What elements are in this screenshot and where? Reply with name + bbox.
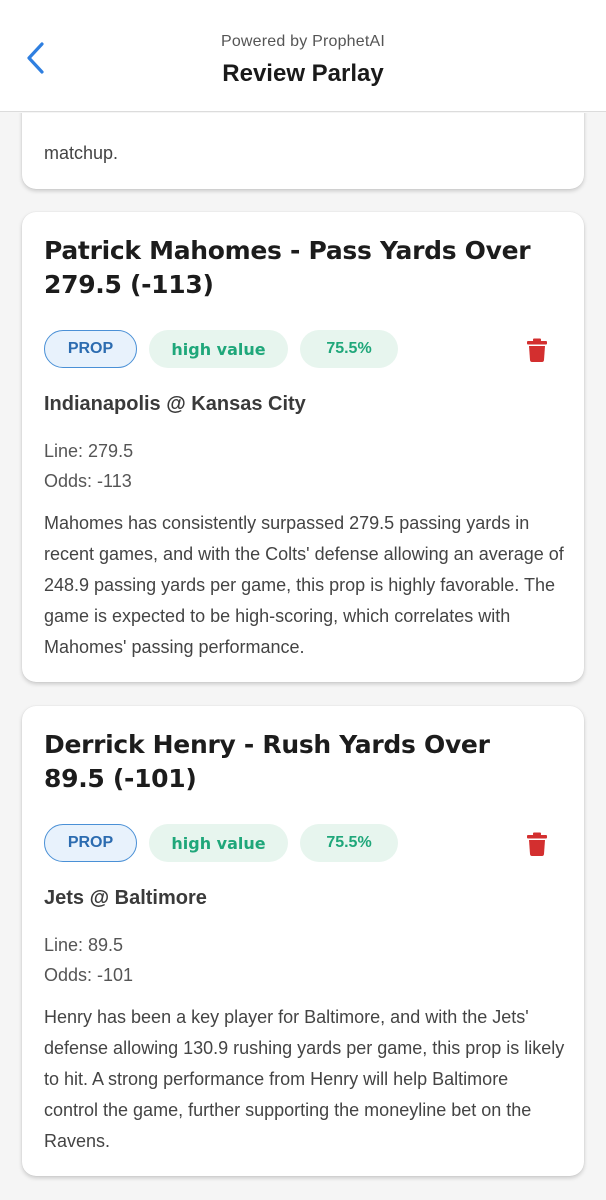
pick-chips: PROP high value 75.5% bbox=[44, 330, 398, 368]
prop-chip: PROP bbox=[44, 330, 137, 368]
value-chip: high value bbox=[149, 824, 288, 862]
odds-value: Odds: -113 bbox=[44, 471, 132, 491]
pick-description: Henry has been a key player for Baltimor… bbox=[44, 1007, 565, 1151]
delete-pick-button[interactable] bbox=[526, 832, 548, 856]
line-value: Line: 89.5 bbox=[44, 935, 124, 955]
odds-value: Odds: -101 bbox=[44, 965, 134, 985]
app-header: Powered by ProphetAI Review Parlay bbox=[0, 0, 606, 112]
matchup-label: Jets @ Baltimore bbox=[44, 887, 207, 909]
page-title: Review Parlay bbox=[222, 60, 384, 87]
parlay-list[interactable]: matchup. Patrick Mahomes - Pass Yards Ov… bbox=[0, 113, 606, 1200]
pick-card: Patrick Mahomes - Pass Yards Over 279.5 … bbox=[22, 212, 584, 682]
confidence-chip: 75.5% bbox=[300, 824, 398, 862]
line-value: Line: 279.5 bbox=[44, 441, 134, 461]
pick-description-tail: matchup. bbox=[44, 143, 119, 163]
matchup-label: Indianapolis @ Kansas City bbox=[44, 393, 306, 415]
pick-description: Mahomes has consistently surpassed 279.5… bbox=[44, 513, 564, 657]
line-odds: Line: 89.5 Odds: -101 bbox=[44, 930, 133, 990]
trash-icon bbox=[527, 338, 547, 362]
pick-title: Patrick Mahomes - Pass Yards Over 279.5 … bbox=[44, 236, 531, 299]
pick-card: Derrick Henry - Rush Yards Over 89.5 (-1… bbox=[22, 706, 584, 1176]
pick-card-previous: matchup. bbox=[22, 113, 584, 189]
confidence-chip: 75.5% bbox=[300, 330, 398, 368]
value-chip: high value bbox=[149, 330, 288, 368]
line-odds: Line: 279.5 Odds: -113 bbox=[44, 436, 133, 496]
powered-by-label: Powered by ProphetAI bbox=[220, 33, 386, 50]
pick-title: Derrick Henry - Rush Yards Over 89.5 (-1… bbox=[44, 730, 490, 793]
prop-chip: PROP bbox=[44, 824, 137, 862]
trash-icon bbox=[527, 832, 547, 856]
delete-pick-button[interactable] bbox=[526, 338, 548, 362]
pick-chips: PROP high value 75.5% bbox=[44, 824, 398, 862]
